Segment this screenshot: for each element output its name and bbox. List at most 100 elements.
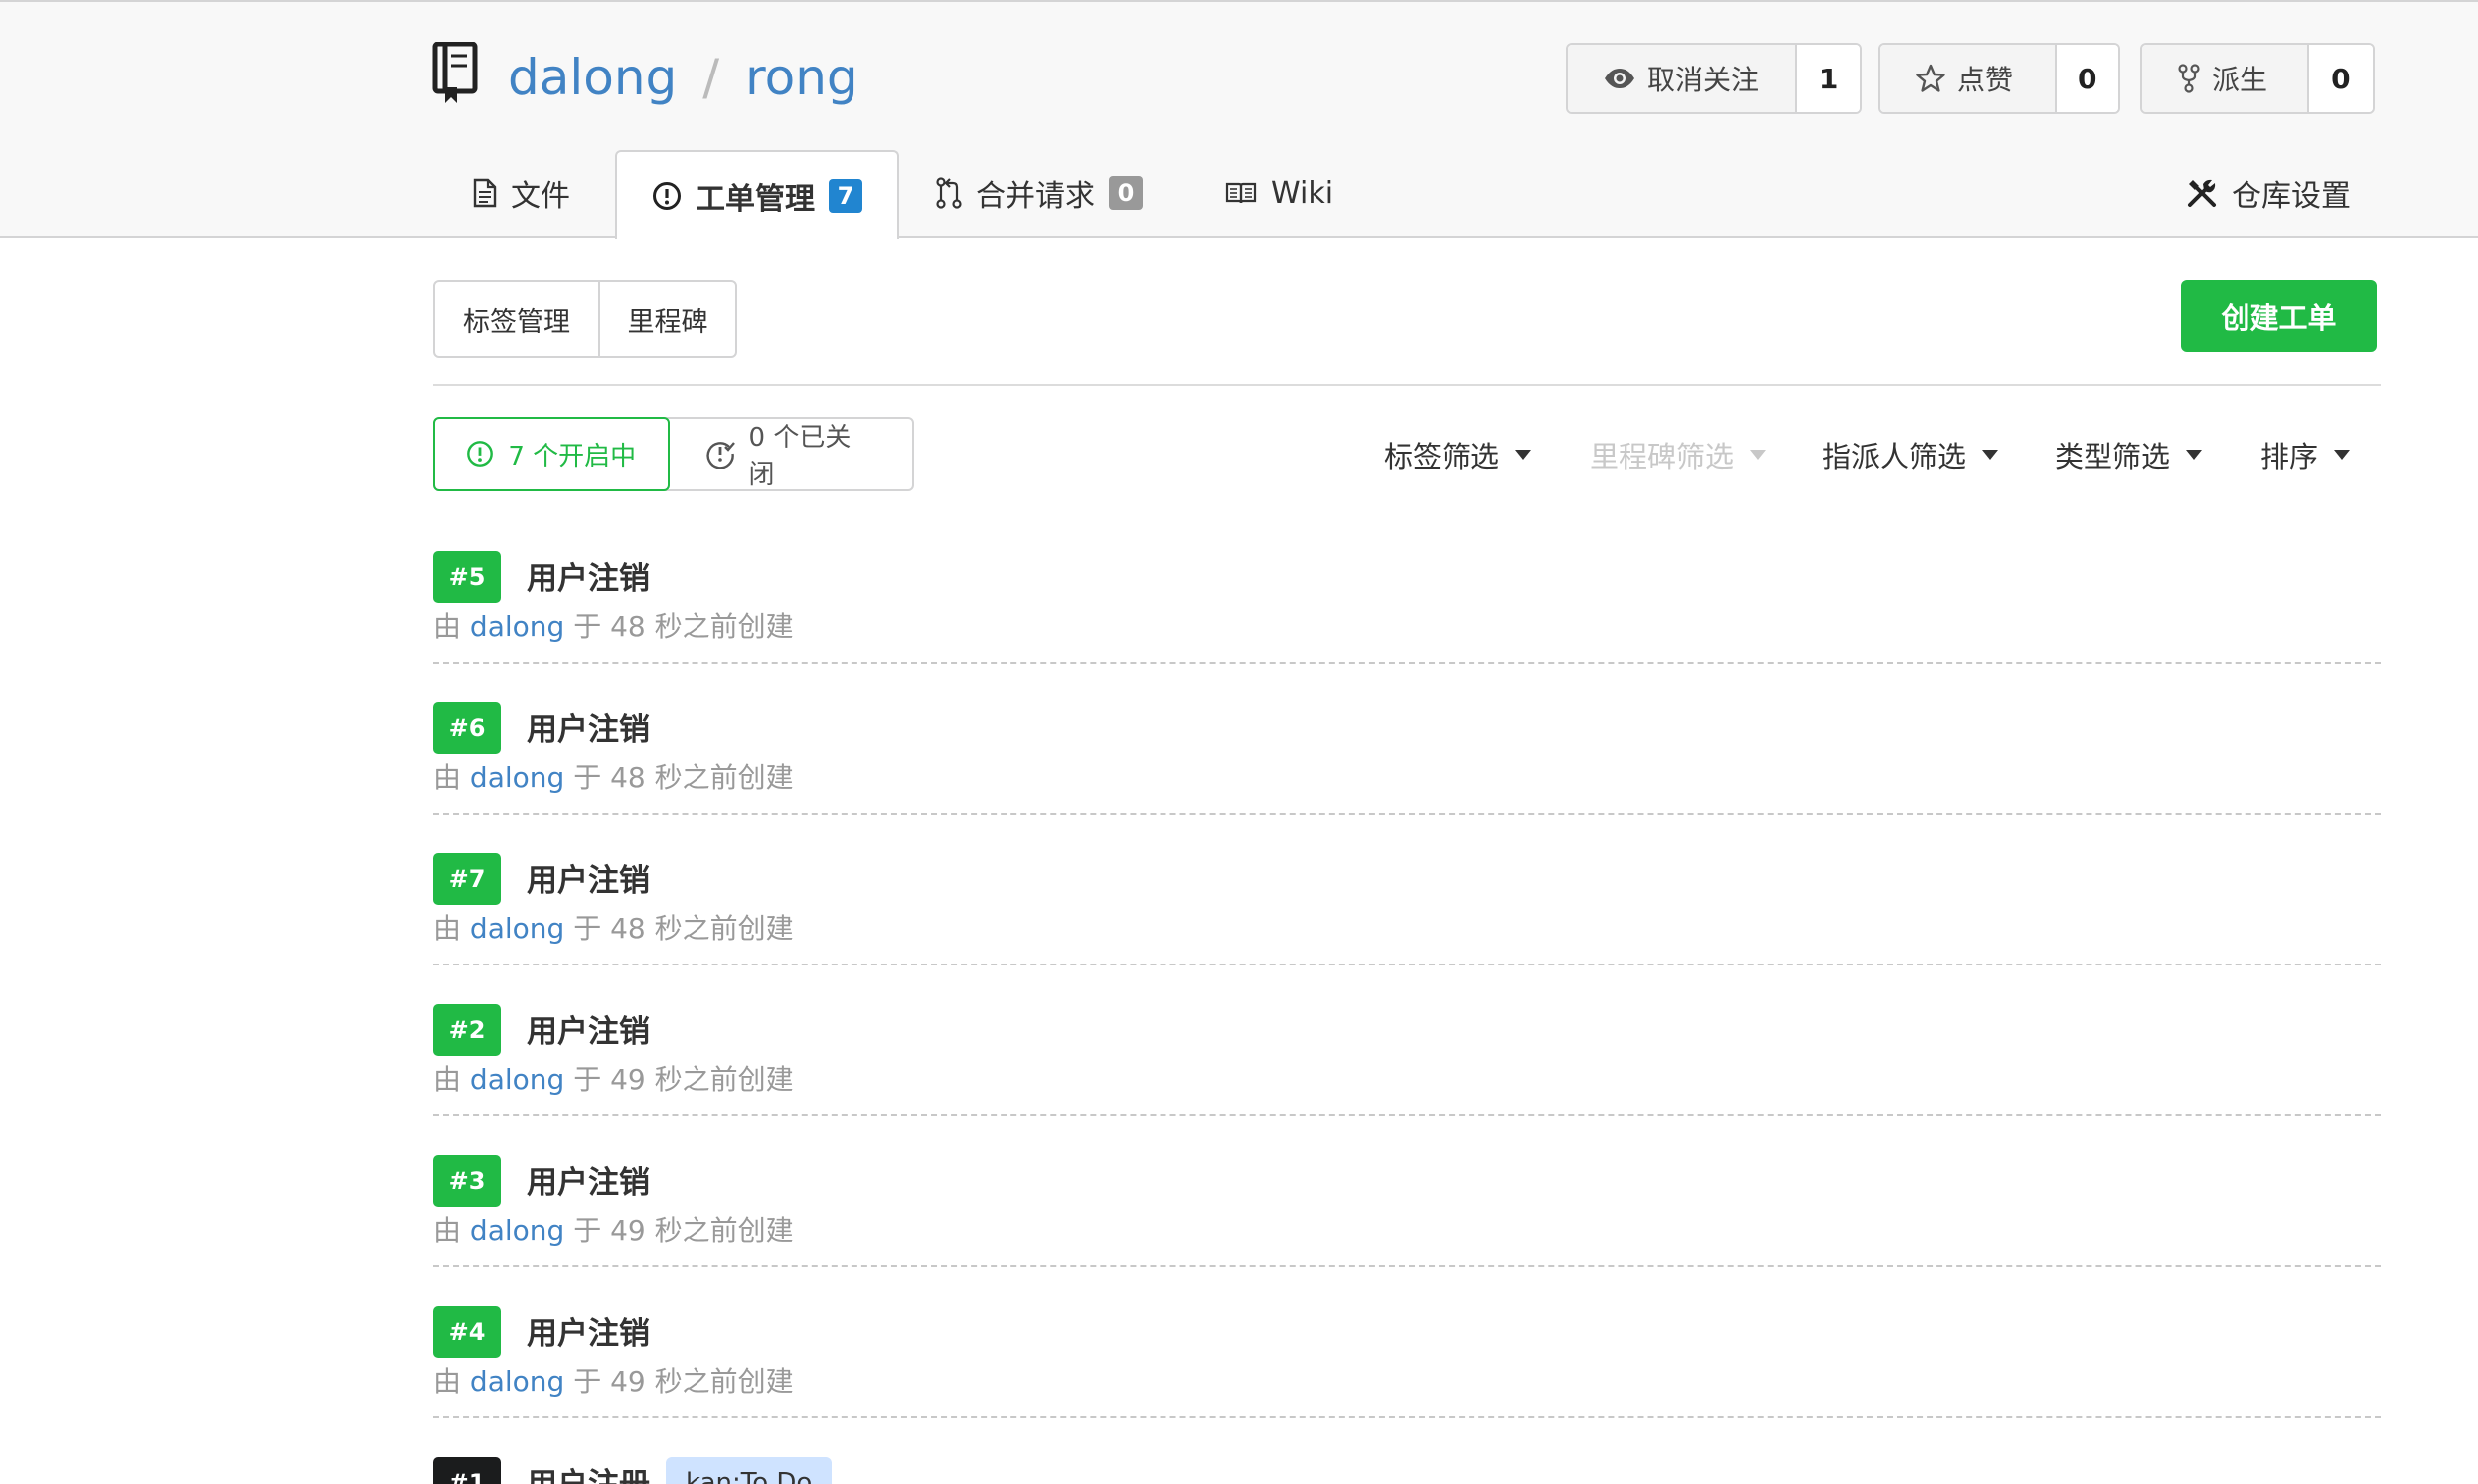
issue-author-link[interactable]: dalong <box>470 1063 564 1096</box>
issue-separator <box>433 662 2381 664</box>
repo-name-link[interactable]: rong <box>745 49 857 106</box>
issue-number-badge: #3 <box>433 1155 501 1207</box>
issue-meta-time: 于 48 秒之前创建 <box>573 761 794 794</box>
tab-files-label: 文件 <box>511 179 570 214</box>
caret-down-icon <box>1515 450 1532 460</box>
tab-wiki-label: Wiki <box>1271 175 1334 211</box>
issue-opened-icon <box>466 440 494 468</box>
issue-number-badge: #1 <box>433 1457 501 1484</box>
issue-meta-time: 于 48 秒之前创建 <box>573 610 794 643</box>
issue-meta: 由 dalong 于 48 秒之前创建 <box>433 605 794 645</box>
issue-author-link[interactable]: dalong <box>470 912 564 945</box>
issue-meta-prefix: 由 <box>433 1365 462 1398</box>
unwatch-label: 取消关注 <box>1647 64 1760 96</box>
label-filter-dropdown[interactable]: 标签筛选 <box>1384 435 1532 475</box>
unwatch-button[interactable]: 取消关注 <box>1568 45 1798 112</box>
tab-issues[interactable]: 工单管理 7 <box>615 150 899 239</box>
type-filter-dropdown[interactable]: 类型筛选 <box>2055 435 2203 475</box>
watch-button-group: 取消关注 1 <box>1566 43 1862 114</box>
fork-count[interactable]: 0 <box>2308 45 2373 112</box>
repo-path-separator: / <box>702 49 720 106</box>
issue-meta-time: 于 49 秒之前创建 <box>573 1365 794 1398</box>
issue-title-link[interactable]: 用户注销 <box>527 704 650 749</box>
open-issues-label: 7 个开启中 <box>508 441 637 472</box>
milestone-filter-dropdown: 里程碑筛选 <box>1590 435 1767 475</box>
issue-title-link[interactable]: 用户注销 <box>527 1157 650 1202</box>
star-button[interactable]: 点赞 <box>1880 45 2057 112</box>
issue-meta-prefix: 由 <box>433 610 462 643</box>
issue-meta-prefix: 由 <box>433 1214 462 1247</box>
tools-icon <box>2186 177 2218 209</box>
tab-settings-label: 仓库设置 <box>2232 179 2351 214</box>
issue-item: #5 用户注销 由 dalong 于 48 秒之前创建 <box>433 537 2381 688</box>
issue-item: #1 用户注册 kan:To Do <box>433 1443 2381 1484</box>
issue-title-link[interactable]: 用户注销 <box>527 855 650 900</box>
star-count[interactable]: 0 <box>2056 45 2118 112</box>
issue-author-link[interactable]: dalong <box>470 1365 564 1398</box>
caret-down-icon <box>2334 450 2351 460</box>
closed-issues-label: 0 个已关闭 <box>748 423 852 490</box>
issue-meta-prefix: 由 <box>433 761 462 794</box>
sort-label: 排序 <box>2260 440 2319 474</box>
issue-title-link[interactable]: 用户注销 <box>527 1308 650 1353</box>
caret-down-icon <box>1982 450 1999 460</box>
issue-meta: 由 dalong 于 48 秒之前创建 <box>433 907 794 947</box>
issue-author-link[interactable]: dalong <box>470 761 564 794</box>
issue-author-link[interactable]: dalong <box>470 1214 564 1247</box>
issue-author-link[interactable]: dalong <box>470 610 564 643</box>
issue-item: #2 用户注销 由 dalong 于 49 秒之前创建 <box>433 990 2381 1141</box>
issue-label-badge[interactable]: kan:To Do <box>666 1457 833 1484</box>
issue-item: #4 用户注销 由 dalong 于 49 秒之前创建 <box>433 1292 2381 1443</box>
label-filter-label: 标签筛选 <box>1384 440 1500 474</box>
tab-issues-label: 工单管理 <box>696 182 815 217</box>
eye-icon <box>1604 68 1635 89</box>
issue-title-link[interactable]: 用户注销 <box>527 1006 650 1051</box>
star-icon <box>1916 64 1945 93</box>
issue-meta-time: 于 49 秒之前创建 <box>573 1214 794 1247</box>
milestone-filter-label: 里程碑筛选 <box>1590 440 1735 474</box>
issue-meta-time: 于 48 秒之前创建 <box>573 912 794 945</box>
issue-item: #7 用户注销 由 dalong 于 48 秒之前创建 <box>433 839 2381 990</box>
issue-item: #6 用户注销 由 dalong 于 48 秒之前创建 <box>433 688 2381 839</box>
fork-label: 派生 <box>2212 64 2268 96</box>
issue-state-group: 7 个开启中 0 个已关闭 <box>433 417 914 491</box>
star-button-group: 点赞 0 <box>1878 43 2120 114</box>
repo-title: dalong / rong <box>508 46 858 109</box>
issue-number-badge: #5 <box>433 551 501 603</box>
assignee-filter-dropdown[interactable]: 指派人筛选 <box>1822 435 1999 475</box>
milestones-button[interactable]: 里程碑 <box>598 282 735 356</box>
tab-pull-requests[interactable]: 合并请求 0 <box>936 149 1143 236</box>
repo-owner-link[interactable]: dalong <box>508 49 677 106</box>
issues-count-badge: 7 <box>829 179 862 213</box>
issue-opened-icon <box>652 181 682 211</box>
issue-meta: 由 dalong 于 49 秒之前创建 <box>433 1360 794 1400</box>
issue-separator <box>433 1114 2381 1116</box>
open-issues-button[interactable]: 7 个开启中 <box>433 417 670 491</box>
issue-meta-prefix: 由 <box>433 1063 462 1096</box>
create-issue-button[interactable]: 创建工单 <box>2181 280 2377 352</box>
issue-number-badge: #2 <box>433 1004 501 1056</box>
tab-wiki[interactable]: Wiki <box>1225 149 1333 236</box>
tab-settings[interactable]: 仓库设置 <box>2186 149 2351 236</box>
issue-item: #3 用户注销 由 dalong 于 49 秒之前创建 <box>433 1141 2381 1292</box>
issue-number-badge: #4 <box>433 1306 501 1358</box>
file-text-icon <box>473 178 497 208</box>
tab-files[interactable]: 文件 <box>473 149 570 236</box>
pulls-count-badge: 0 <box>1109 176 1143 210</box>
issue-separator <box>433 1416 2381 1418</box>
fork-icon <box>2178 64 2200 93</box>
issue-title-link[interactable]: 用户注销 <box>527 553 650 598</box>
issue-meta: 由 dalong 于 48 秒之前创建 <box>433 756 794 796</box>
fork-button[interactable]: 派生 <box>2142 45 2309 112</box>
caret-down-icon <box>2186 450 2203 460</box>
issue-title-link[interactable]: 用户注册 <box>527 1459 650 1484</box>
issue-meta-time: 于 49 秒之前创建 <box>573 1063 794 1096</box>
closed-issues-button[interactable]: 0 个已关闭 <box>670 419 912 490</box>
labels-button[interactable]: 标签管理 <box>435 282 598 356</box>
type-filter-label: 类型筛选 <box>2055 440 2171 474</box>
watch-count[interactable]: 1 <box>1797 45 1860 112</box>
assignee-filter-label: 指派人筛选 <box>1822 440 1967 474</box>
issue-number-badge: #6 <box>433 702 501 754</box>
issue-meta: 由 dalong 于 49 秒之前创建 <box>433 1209 794 1249</box>
sort-dropdown[interactable]: 排序 <box>2260 435 2351 475</box>
